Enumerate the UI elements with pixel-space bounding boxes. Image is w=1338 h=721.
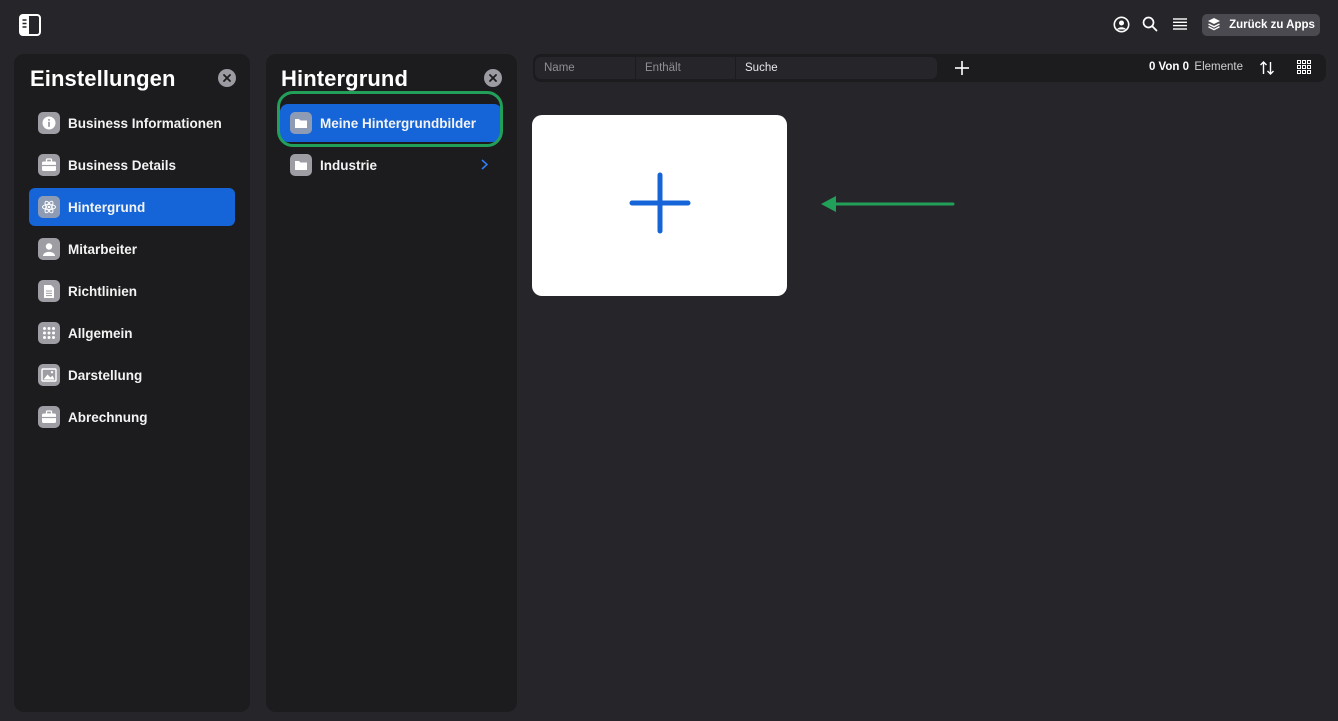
sort-icon[interactable] (1259, 60, 1275, 76)
info-icon (38, 112, 60, 134)
sidebar-item-richtlinien[interactable]: Richtlinien (29, 272, 235, 310)
document-icon (38, 280, 60, 302)
sidebar-item-mitarbeiter[interactable]: Mitarbeiter (29, 230, 235, 268)
item-count-label: Elemente (1194, 61, 1243, 73)
image-icon (38, 364, 60, 386)
back-to-apps-label: Zurück zu Apps (1229, 19, 1315, 31)
plus-icon (629, 172, 691, 239)
annotation-highlight-ring (277, 91, 503, 147)
sidebar-item-label: Business Details (68, 157, 177, 173)
layers-icon (1207, 17, 1221, 34)
chevron-right-icon (481, 157, 489, 173)
sidebar-item-business-informationen[interactable]: Business Informationen (29, 104, 235, 142)
sidebar-item-hintergrund[interactable]: Hintergrund (29, 188, 235, 226)
add-filter-icon[interactable] (953, 59, 971, 77)
sidebar-item-label: Mitarbeiter (68, 241, 138, 257)
add-background-card[interactable] (532, 115, 787, 296)
sidebar-item-allgemein[interactable]: Allgemein (29, 314, 235, 352)
folder-item-industrie[interactable]: Industrie (280, 146, 502, 184)
back-to-apps-button[interactable]: Zurück zu Apps (1202, 14, 1320, 36)
atom-icon (38, 196, 60, 218)
background-panel: Hintergrund Meine Hintergrundbilder Indu… (266, 54, 517, 712)
sidebar-item-label: Richtlinien (68, 283, 138, 299)
folder-icon (290, 154, 312, 176)
settings-panel-title: Einstellungen (30, 66, 176, 91)
briefcase-icon (38, 154, 60, 176)
search-icon[interactable] (1140, 14, 1160, 34)
settings-panel: Einstellungen Business Informationen Bus… (14, 54, 250, 712)
person-icon (38, 238, 60, 260)
sidebar-item-darstellung[interactable]: Darstellung (29, 356, 235, 394)
item-count: 0 Von 0 (1148, 61, 1189, 73)
briefcase-icon (38, 406, 60, 428)
sidebar-toggle-icon[interactable] (19, 14, 41, 36)
sidebar-item-abrechnung[interactable]: Abrechnung (29, 398, 235, 436)
sidebar-item-label: Hintergrund (68, 199, 146, 215)
sidebar-item-label: Allgemein (68, 325, 133, 341)
annotation-arrow-left (820, 194, 955, 214)
filter-contains-field[interactable]: Enthält (635, 57, 735, 79)
list-menu-icon[interactable] (1170, 14, 1190, 34)
filter-group: Name Enthält Suche (535, 57, 937, 79)
background-panel-title: Hintergrund (281, 66, 408, 91)
sidebar-item-label: Darstellung (68, 367, 143, 383)
close-icon[interactable] (218, 69, 236, 87)
filter-name-field[interactable]: Name (535, 57, 635, 79)
user-circle-icon[interactable] (1111, 14, 1131, 34)
folder-label: Industrie (320, 157, 378, 173)
sidebar-item-label: Business Informationen (68, 115, 222, 131)
grid-view-icon[interactable] (1297, 60, 1311, 74)
grid-dots-icon (38, 322, 60, 344)
sidebar-item-business-details[interactable]: Business Details (29, 146, 235, 184)
filter-bar: Name Enthält Suche 0 Von 0 Elemente (533, 54, 1326, 82)
search-input[interactable]: Suche (735, 57, 937, 79)
close-icon[interactable] (484, 69, 502, 87)
sidebar-item-label: Abrechnung (68, 409, 148, 425)
